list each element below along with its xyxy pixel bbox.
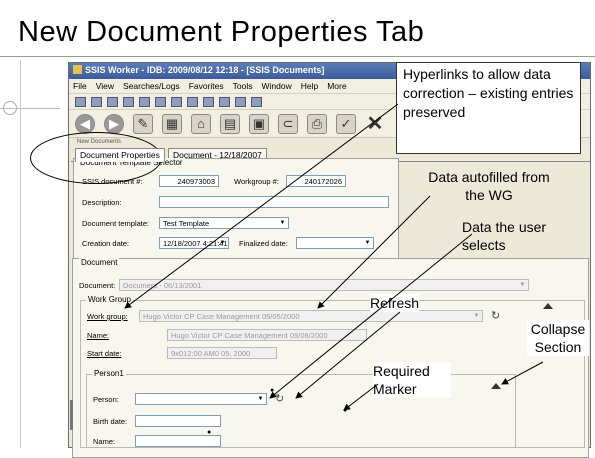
menu-searches-logs[interactable]: Searches/Logs — [123, 81, 180, 91]
back-icon[interactable]: ◀ — [75, 113, 95, 134]
template-select[interactable]: Test Template ▼ — [159, 217, 289, 229]
chevron-down-icon[interactable]: ▼ — [278, 219, 287, 227]
creation-date-label: Creation date: — [82, 239, 130, 248]
toolbar-button-4[interactable] — [123, 96, 134, 107]
attach-icon[interactable]: ⊂ — [278, 113, 298, 134]
person-label: Person: — [93, 395, 119, 404]
creation-date-field[interactable]: 12/18/2007 4:21:41 ▼ — [159, 237, 229, 249]
toolbar-button-10[interactable] — [219, 96, 230, 107]
birth-date-label: Birth date: — [93, 417, 128, 426]
slide-title: New Document Properties Tab — [18, 16, 425, 48]
description-label: Description: — [82, 198, 122, 207]
refresh-icon[interactable]: ↻ — [491, 309, 500, 322]
name-label: Name: — [93, 437, 116, 446]
document-label: Document: — [79, 281, 116, 290]
work-group-select[interactable]: Hugo Victor CP Case Management 05/05/200… — [139, 310, 483, 322]
folder-icon[interactable]: ▦ — [162, 113, 182, 134]
menu-tools[interactable]: Tools — [233, 81, 253, 91]
document-select[interactable]: Document - 06/13/2001 ▼ — [119, 279, 529, 291]
menu-favorites[interactable]: Favorites — [189, 81, 224, 91]
chevron-down-icon[interactable]: ▼ — [472, 312, 481, 320]
close-icon[interactable]: ✕ — [365, 113, 385, 135]
name-link[interactable]: Name: — [87, 331, 109, 340]
forward-icon[interactable]: ▶ — [104, 113, 124, 134]
hyperlinks-callout: Hyperlinks to allow data correction – ex… — [396, 62, 581, 154]
tab-document-properties[interactable]: Document Properties — [75, 148, 165, 162]
save-icon[interactable]: ▣ — [249, 113, 269, 134]
name-field[interactable]: Hugo Victor CP Case Management 09/08/200… — [167, 329, 367, 341]
collapse-icon[interactable] — [543, 303, 553, 309]
margin-line — [20, 60, 21, 448]
toolbar-button-6[interactable] — [155, 96, 166, 107]
toolbar-button-5[interactable] — [139, 96, 150, 107]
document-legend: Document — [79, 258, 120, 267]
chevron-down-icon[interactable]: ▼ — [363, 239, 372, 247]
user-selects-annotation: Data the user selects — [462, 219, 547, 253]
margin-tick — [0, 108, 60, 109]
toolbar-button-12[interactable] — [251, 96, 262, 107]
workgroup-number-field[interactable]: 240172026 — [286, 175, 346, 187]
toolbar-button-1[interactable] — [75, 96, 86, 107]
description-field[interactable] — [159, 196, 389, 208]
finalized-date-field[interactable]: ▼ — [296, 237, 374, 249]
chevron-down-icon[interactable]: ▼ — [256, 395, 265, 403]
required-marker-icon: ● — [207, 429, 212, 436]
print-icon[interactable]: ⎙ — [307, 113, 327, 134]
chevron-down-icon[interactable]: ▼ — [518, 281, 527, 289]
required-marker-icon: ● — [270, 387, 275, 394]
toolbar-button-11[interactable] — [235, 96, 246, 107]
collapse-annotation: Collapse Section — [527, 320, 589, 356]
finalized-date-label: Finalized date: — [239, 239, 288, 248]
menu-window[interactable]: Window — [262, 81, 292, 91]
required-annotation: Required Marker — [373, 362, 451, 398]
workgroup-legend: Work Group — [86, 295, 133, 304]
person-name-field[interactable] — [135, 435, 221, 447]
template-select-value: Test Template — [163, 219, 210, 228]
title-divider — [0, 56, 595, 57]
menu-view[interactable]: View — [96, 81, 114, 91]
menu-help[interactable]: Help — [301, 81, 318, 91]
app-icon — [73, 65, 82, 74]
toolbar-button-3[interactable] — [107, 96, 118, 107]
chevron-down-icon[interactable]: ▼ — [218, 239, 227, 247]
spell-icon[interactable]: ✓ — [336, 113, 356, 134]
window-title: SSIS Worker - IDB: 2009/08/12 12:18 - [S… — [85, 65, 325, 75]
workgroup-number-label: Workgroup #: — [234, 177, 279, 186]
menu-file[interactable]: File — [73, 81, 87, 91]
refresh-annotation: Refresh — [370, 294, 420, 312]
template-label: Document template: — [82, 219, 150, 228]
person-select[interactable]: ▼ — [135, 393, 267, 405]
toolbar-button-7[interactable] — [171, 96, 182, 107]
splitter-handle[interactable] — [70, 400, 73, 430]
birth-date-field[interactable] — [135, 415, 221, 427]
work-group-value: Hugo Victor CP Case Management 05/05/200… — [143, 312, 300, 321]
home-icon[interactable]: ⌂ — [191, 113, 211, 134]
person-legend: Person1 — [92, 369, 126, 378]
person-group: Person1 Person: ▼ ↻ ● Birth date: ● Name… — [86, 369, 516, 448]
required-marker-icon: ● — [343, 407, 348, 414]
ssis-doc-field[interactable]: 240973003 — [159, 175, 219, 187]
toolbar-button-8[interactable] — [187, 96, 198, 107]
start-date-field[interactable]: 9x012:00 AM0 05, 2000 — [167, 347, 277, 359]
autofilled-annotation: Data autofilled from the WG — [428, 169, 550, 203]
document-select-value: Document - 06/13/2001 — [123, 281, 202, 290]
start-date-link[interactable]: Start date: — [87, 349, 122, 358]
document-icon[interactable]: ▤ — [220, 113, 240, 134]
toolbar-button-9[interactable] — [203, 96, 214, 107]
toolbar-button-2[interactable] — [91, 96, 102, 107]
work-group-link[interactable]: Work group: — [87, 312, 128, 321]
edit-icon[interactable]: ✎ — [133, 113, 153, 134]
collapse-icon[interactable] — [491, 383, 501, 389]
menu-more[interactable]: More — [327, 81, 346, 91]
refresh-icon[interactable]: ↻ — [275, 392, 284, 405]
